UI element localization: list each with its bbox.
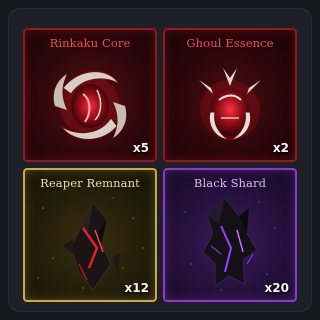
item-name: Reaper Remnant xyxy=(40,176,140,190)
item-count: x20 xyxy=(264,281,289,295)
item-card-ghoul-essence[interactable]: Ghoul Essence x2 xyxy=(163,28,297,162)
item-name: Ghoul Essence xyxy=(186,36,274,50)
item-count: x12 xyxy=(124,281,149,295)
item-name: Rinkaku Core xyxy=(49,36,131,50)
item-card-reaper-remnant[interactable]: Reaper Remnant x12 xyxy=(23,168,157,302)
item-count: x2 xyxy=(272,141,289,155)
item-count: x5 xyxy=(132,141,149,155)
item-name: Black Shard xyxy=(193,176,267,190)
item-card-rinkaku-core[interactable]: Rinkaku Core x5 xyxy=(23,28,157,162)
item-card-black-shard[interactable]: Black Shard x20 xyxy=(163,168,297,302)
